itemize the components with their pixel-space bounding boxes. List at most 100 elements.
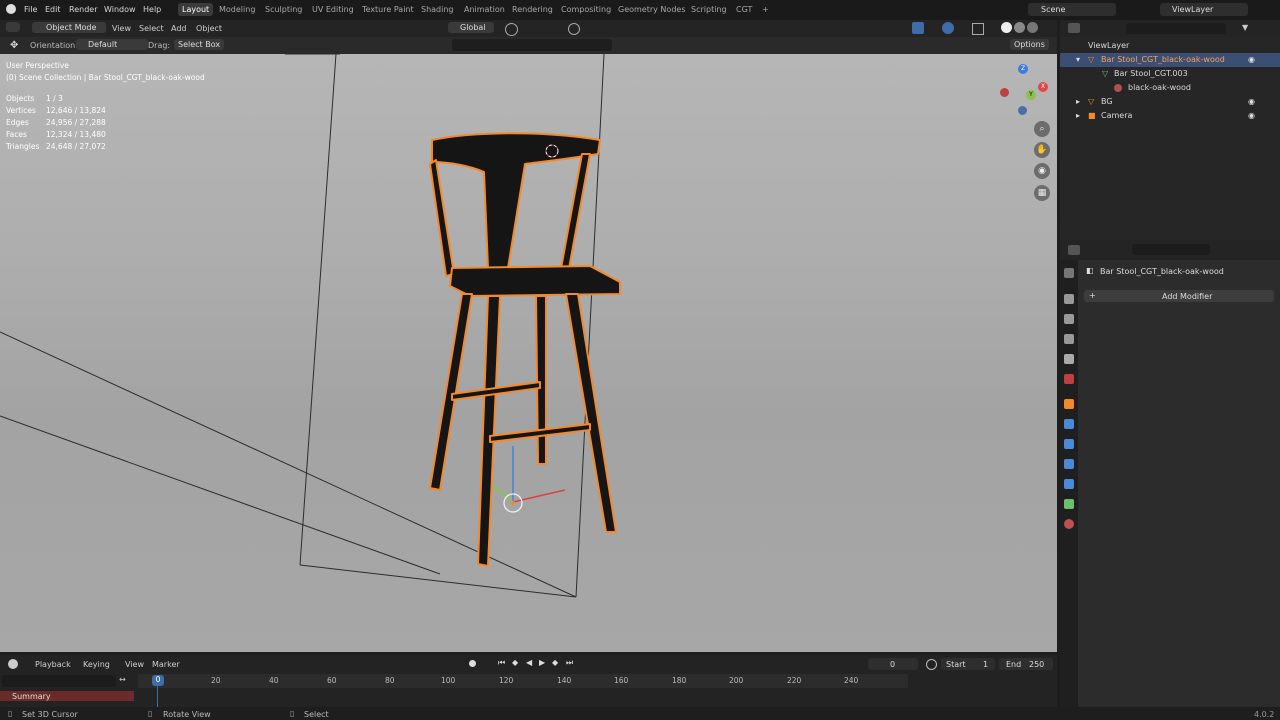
properties-editor-icon[interactable] <box>1068 245 1080 255</box>
tab-sculpting[interactable]: Sculpting <box>265 5 302 14</box>
tab-shading[interactable]: Shading <box>421 5 454 14</box>
expand-arrow-icon[interactable]: ▸ <box>1076 111 1080 120</box>
material-tab-icon[interactable] <box>1064 519 1074 529</box>
visibility-eye-icon[interactable]: ◉ <box>1248 97 1255 106</box>
outliner-row-camera[interactable]: ▸ ■ Camera ◉ <box>1060 109 1280 123</box>
menu-render[interactable]: Render <box>69 5 97 14</box>
properties-search-field[interactable] <box>1132 244 1210 255</box>
jump-start-icon[interactable]: ⏮ <box>498 658 505 668</box>
add-workspace-button[interactable]: + <box>762 5 769 14</box>
view-layer-tab-icon[interactable] <box>1064 334 1074 344</box>
record-icon[interactable] <box>469 660 476 667</box>
xray-icon[interactable] <box>972 23 984 35</box>
menu-select[interactable]: Select <box>139 24 164 33</box>
viewlayer-selector[interactable]: ViewLayer <box>1160 3 1248 16</box>
pan-hand-icon[interactable]: ✋ <box>1034 142 1050 158</box>
orientation-dropdown[interactable]: Default <box>76 39 148 50</box>
drag-dropdown[interactable]: Select Box <box>174 39 225 50</box>
add-modifier-button[interactable]: + Add Modifier <box>1084 290 1274 302</box>
menu-timeline-view[interactable]: View <box>125 660 144 669</box>
tab-uv-editing[interactable]: UV Editing <box>312 5 354 14</box>
world-tab-icon[interactable] <box>1064 374 1074 384</box>
render-tab-icon[interactable] <box>1064 294 1074 304</box>
gizmo-y-axis[interactable]: Y <box>1026 90 1036 100</box>
tab-modeling[interactable]: Modeling <box>219 5 255 14</box>
expand-arrow-icon[interactable]: ▸ <box>1076 97 1080 106</box>
blender-logo-icon[interactable] <box>6 4 16 14</box>
menu-playback[interactable]: Playback <box>35 660 71 669</box>
outliner-editor-icon[interactable] <box>1068 23 1080 33</box>
play-icon[interactable]: ▶ <box>539 658 545 667</box>
preview-range-icon[interactable] <box>926 659 937 670</box>
gizmo-neg-x-axis[interactable] <box>1000 88 1009 97</box>
tab-compositing[interactable]: Compositing <box>561 5 611 14</box>
tab-scripting[interactable]: Scripting <box>691 5 727 14</box>
zoom-icon[interactable]: ⌕ <box>1034 121 1050 137</box>
start-frame-field[interactable]: Start 1 <box>941 658 995 670</box>
outliner-row-bg[interactable]: ▸ ▽ BG ◉ <box>1060 95 1280 109</box>
menu-keying[interactable]: Keying <box>83 660 110 669</box>
playhead[interactable]: 0 <box>152 675 164 686</box>
next-keyframe-icon[interactable]: ◆ <box>552 658 558 667</box>
filter-icon[interactable]: ▼ <box>1242 23 1248 32</box>
summary-row[interactable]: Summary <box>0 691 134 701</box>
menu-help[interactable]: Help <box>143 5 161 14</box>
swap-icon[interactable]: ↔ <box>119 675 126 684</box>
end-frame-field[interactable]: End 250 <box>999 658 1053 670</box>
scene-selector[interactable]: Scene <box>1028 3 1116 16</box>
outliner-search-field[interactable] <box>1126 23 1226 34</box>
menu-add[interactable]: Add <box>171 24 187 33</box>
gizmo-toggle-icon[interactable] <box>912 22 924 34</box>
menu-object[interactable]: Object <box>196 24 222 33</box>
prev-keyframe-icon[interactable]: ◆ <box>512 658 518 667</box>
physics-tab-icon[interactable] <box>1064 459 1074 469</box>
snap-icon[interactable] <box>505 23 518 36</box>
viewport-search-field[interactable] <box>452 39 612 51</box>
tab-layout[interactable]: Layout <box>178 3 214 16</box>
options-dropdown[interactable]: Options <box>1010 39 1049 50</box>
tab-animation[interactable]: Animation <box>464 5 505 14</box>
navigation-gizmo[interactable]: Z Y X <box>998 64 1050 116</box>
tab-cgt[interactable]: CGT <box>736 5 752 14</box>
tab-rendering[interactable]: Rendering <box>512 5 553 14</box>
menu-window[interactable]: Window <box>104 5 136 14</box>
shading-solid-icon[interactable] <box>1001 22 1012 33</box>
modifier-tab-icon[interactable] <box>1064 419 1074 429</box>
shading-material-icon[interactable] <box>1014 22 1025 33</box>
transform-orientation-dropdown[interactable]: Global <box>448 22 494 33</box>
gizmo-x-axis[interactable]: X <box>1038 82 1048 92</box>
editor-type-icon[interactable] <box>6 22 20 32</box>
move-tool-icon[interactable]: ✥ <box>10 40 18 51</box>
overlay-toggle-icon[interactable] <box>942 22 954 34</box>
current-frame-field[interactable]: 0 <box>868 658 918 670</box>
proportional-edit-icon[interactable] <box>568 23 580 35</box>
outliner-row-mesh[interactable]: ▽ Bar Stool_CGT.003 <box>1060 67 1280 81</box>
tool-tab-icon[interactable] <box>1064 268 1074 278</box>
ortho-grid-icon[interactable]: ▦ <box>1034 185 1050 201</box>
visibility-eye-icon[interactable]: ◉ <box>1248 55 1255 64</box>
tab-geometry-nodes[interactable]: Geometry Nodes <box>618 5 685 14</box>
timeline-search-field[interactable] <box>2 675 116 687</box>
outliner-viewlayer-row[interactable]: ViewLayer <box>1060 39 1280 53</box>
particles-tab-icon[interactable] <box>1064 439 1074 449</box>
camera-view-icon[interactable]: ◉ <box>1034 163 1050 179</box>
collapse-arrow-icon[interactable]: ▾ <box>1076 55 1080 64</box>
menu-marker[interactable]: Marker <box>152 660 180 669</box>
object-tab-icon[interactable] <box>1064 399 1074 409</box>
gizmo-neg-z-axis[interactable] <box>1018 106 1027 115</box>
jump-end-icon[interactable]: ⏭ <box>566 658 573 668</box>
outliner-row-bar-stool[interactable]: ▾ ▽ Bar Stool_CGT_black-oak-wood ◉ <box>1060 53 1280 67</box>
outliner-row-material[interactable]: black-oak-wood <box>1060 81 1280 95</box>
3d-viewport[interactable]: User Perspective (0) Scene Collection | … <box>0 54 1057 652</box>
menu-file[interactable]: File <box>24 5 37 14</box>
tab-texture-paint[interactable]: Texture Paint <box>362 5 414 14</box>
data-tab-icon[interactable] <box>1064 499 1074 509</box>
output-tab-icon[interactable] <box>1064 314 1074 324</box>
menu-view[interactable]: View <box>112 24 131 33</box>
constraints-tab-icon[interactable] <box>1064 479 1074 489</box>
gizmo-z-axis[interactable]: Z <box>1018 64 1028 74</box>
menu-edit[interactable]: Edit <box>45 5 61 14</box>
mode-dropdown[interactable]: Object Mode <box>32 22 107 33</box>
visibility-eye-icon[interactable]: ◉ <box>1248 111 1255 120</box>
scene-tab-icon[interactable] <box>1064 354 1074 364</box>
